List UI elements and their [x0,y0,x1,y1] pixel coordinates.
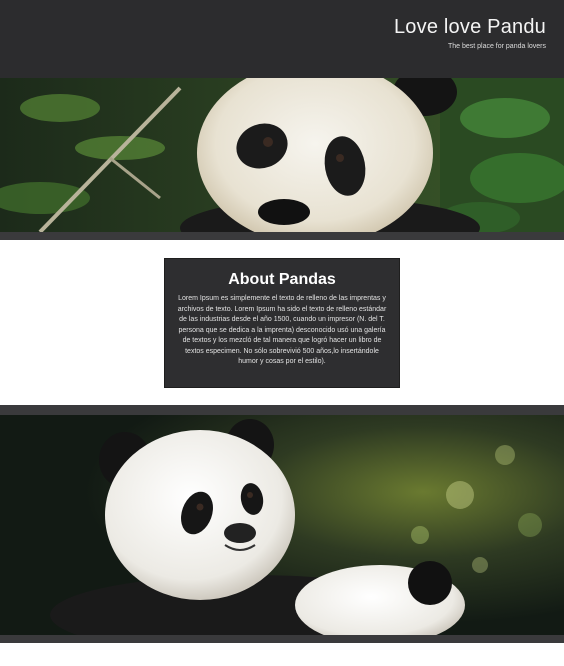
about-body: Lorem Ipsum es simplemente el texto de r… [177,295,387,365]
site-title[interactable]: Love love Pandu [394,16,546,39]
site-header: Love love Pandu The best place for panda… [0,0,564,78]
hero2-bottom-band [0,635,564,643]
site-tagline: The best place for panda lovers [447,43,546,50]
about-card: About Pandas Lorem Ipsum es simplemente … [164,258,400,388]
hero-panda-resting-image [0,415,564,635]
about-title: About Pandas [228,271,336,288]
hero-panda-face-image [0,78,564,232]
hero2-top-band [0,405,564,415]
page: Love love Pandu The best place for panda… [0,0,564,666]
hero-bottom-band [0,232,564,240]
